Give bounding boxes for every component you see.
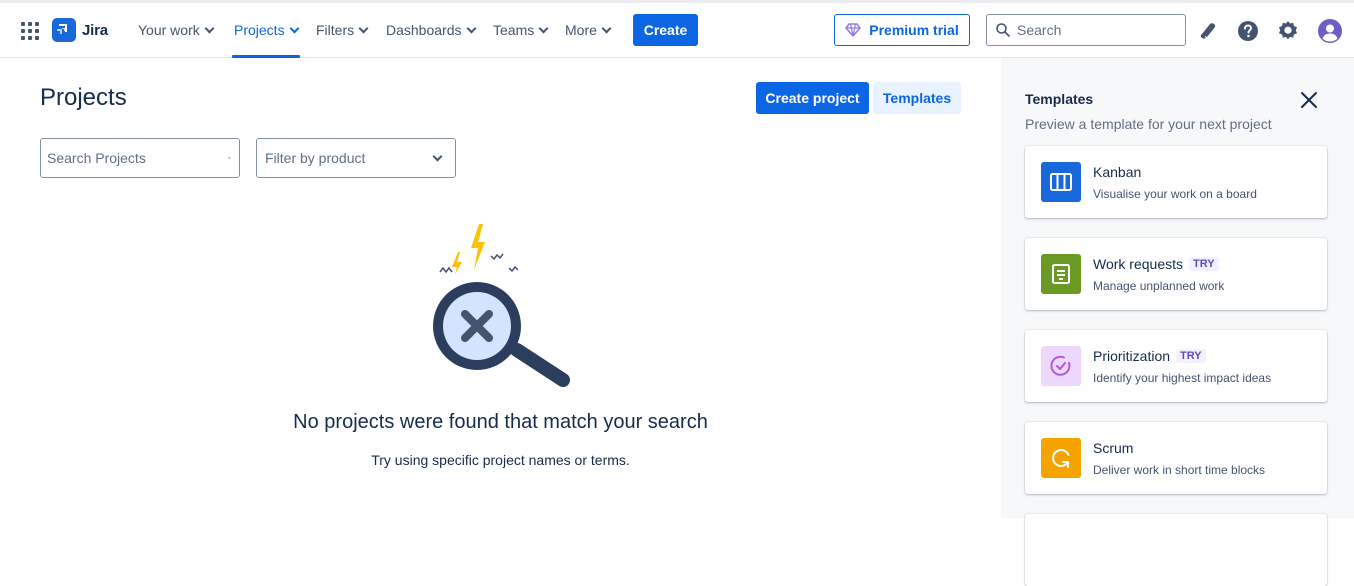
squiggle-icon [508, 265, 519, 273]
template-description: Visualise your work on a board [1093, 187, 1257, 201]
nav-your-work[interactable]: Your work [138, 22, 215, 38]
template-name: Prioritization [1093, 348, 1171, 364]
no-results-magnifier-illustration [433, 224, 570, 387]
app-switcher-icon[interactable] [21, 22, 39, 40]
chevron-down-icon [466, 23, 476, 33]
chevron-down-icon [432, 151, 443, 161]
nav-projects[interactable]: Projects [232, 22, 300, 58]
nav-more-label: More [565, 22, 597, 38]
nav-projects-label: Projects [234, 22, 285, 38]
nav-teams-label: Teams [493, 22, 535, 38]
chevron-down-icon [538, 23, 549, 33]
jira-logo[interactable]: Jira [52, 18, 108, 42]
premium-trial-label: Premium trial [869, 22, 959, 38]
search-icon [228, 156, 231, 160]
templates-panel-title: Templates [1025, 91, 1094, 107]
nav-filters[interactable]: Filters [316, 22, 369, 38]
notifications-icon[interactable] [1197, 19, 1221, 43]
templates-panel: Templates Preview a template for your ne… [1001, 58, 1354, 586]
jira-logo-text: Jira [82, 21, 108, 39]
templates-panel-subtitle: Preview a template for your next project [1025, 116, 1272, 132]
premium-trial-button[interactable]: Premium trial [834, 14, 970, 46]
global-search[interactable] [986, 14, 1186, 46]
template-name: Work requests [1093, 256, 1183, 272]
kanban-board-icon [1041, 162, 1081, 202]
create-project-button[interactable]: Create project [756, 82, 869, 114]
template-description: Identify your highest impact ideas [1093, 371, 1272, 385]
template-name: Scrum [1093, 440, 1134, 456]
nav-filters-label: Filters [316, 22, 355, 38]
jira-logo-icon [52, 18, 76, 42]
settings-icon[interactable] [1276, 19, 1300, 43]
profile-avatar-icon[interactable] [1318, 19, 1342, 43]
chevron-down-icon [601, 23, 612, 33]
try-badge: TRY [1189, 257, 1219, 271]
search-icon [996, 23, 1010, 37]
template-card-work-requests[interactable]: Work requests TRY Manage unplanned work [1025, 238, 1327, 310]
form-document-icon [1041, 254, 1081, 294]
check-circle-icon [1041, 346, 1081, 386]
chevron-down-icon [358, 23, 369, 33]
top-navigation: Jira Your work Projects Filters Dashboar… [0, 0, 1354, 58]
try-badge: TRY [1176, 349, 1206, 363]
global-search-input[interactable] [1017, 22, 1167, 38]
squiggle-icon [439, 266, 453, 274]
template-description: Deliver work in short time blocks [1093, 463, 1266, 477]
nav-dashboards[interactable]: Dashboards [386, 22, 476, 38]
nav-teams[interactable]: Teams [493, 22, 549, 38]
create-button[interactable]: Create [633, 14, 698, 46]
squiggle-icon [490, 253, 504, 261]
search-projects-input[interactable] [47, 150, 228, 166]
chevron-down-icon [204, 23, 215, 33]
template-card-kanban[interactable]: Kanban Visualise your work on a board [1025, 146, 1327, 218]
templates-button[interactable]: Templates [873, 82, 961, 114]
lightning-icon [471, 224, 485, 270]
page-title: Projects [40, 84, 127, 111]
nav-your-work-label: Your work [138, 22, 200, 38]
lightning-icon [452, 252, 462, 274]
filter-by-product-select[interactable]: Filter by product [256, 138, 456, 178]
nav-more[interactable]: More [565, 22, 612, 38]
search-projects-field[interactable] [40, 138, 240, 178]
close-icon[interactable] [1297, 88, 1321, 112]
template-card-partial[interactable] [1025, 514, 1327, 586]
filter-by-product-placeholder: Filter by product [265, 150, 366, 166]
template-card-scrum[interactable]: Scrum Deliver work in short time blocks [1025, 422, 1327, 494]
nav-dashboards-label: Dashboards [386, 22, 462, 38]
cycle-icon [1041, 438, 1081, 478]
chevron-down-icon [289, 23, 300, 33]
template-card-prioritization[interactable]: Prioritization TRY Identify your highest… [1025, 330, 1327, 402]
magnifier-handle [510, 343, 570, 387]
help-icon[interactable] [1236, 19, 1260, 43]
empty-state-title: No projects were found that match your s… [293, 411, 708, 433]
template-name: Kanban [1093, 164, 1142, 180]
template-description: Manage unplanned work [1093, 279, 1225, 293]
empty-state-subtitle: Try using specific project names or term… [371, 452, 630, 468]
diamond-icon [845, 23, 861, 37]
